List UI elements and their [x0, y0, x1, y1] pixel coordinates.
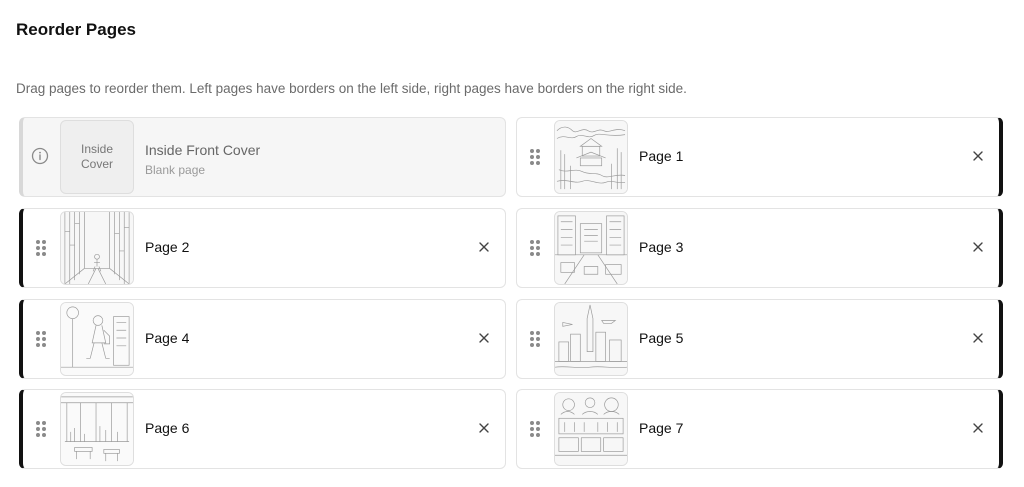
- page-card-6[interactable]: Page 6: [19, 389, 506, 469]
- inside-cover-thumbnail: Inside Cover: [60, 120, 134, 194]
- page-card-7[interactable]: Page 7: [516, 389, 1003, 469]
- close-icon[interactable]: [477, 421, 491, 435]
- page-card-4[interactable]: Page 4: [19, 299, 506, 379]
- close-icon[interactable]: [971, 240, 985, 254]
- page-card-1[interactable]: Page 1: [516, 117, 1003, 197]
- close-icon[interactable]: [971, 331, 985, 345]
- close-icon[interactable]: [477, 240, 491, 254]
- page-label: Page 6: [145, 420, 190, 436]
- drag-handle-icon[interactable]: [36, 331, 46, 347]
- page-4-thumbnail: [60, 302, 134, 376]
- page-card-5[interactable]: Page 5: [516, 299, 1003, 379]
- page-6-thumbnail: [60, 392, 134, 466]
- page-1-thumbnail: [554, 120, 628, 194]
- page-7-thumbnail: [554, 392, 628, 466]
- page-card-3[interactable]: Page 3: [516, 208, 1003, 288]
- cover-subtitle: Blank page: [145, 163, 206, 177]
- drag-handle-icon[interactable]: [36, 421, 46, 437]
- page-label: Page 3: [639, 239, 684, 255]
- page-2-thumbnail: [60, 211, 134, 285]
- page-3-thumbnail: [554, 211, 628, 285]
- office-illustration: [61, 393, 133, 465]
- page-title: Reorder Pages: [16, 20, 136, 39]
- page-5-thumbnail: [554, 302, 628, 376]
- girl-walking-illustration: [61, 303, 133, 375]
- temple-illustration: [555, 121, 627, 193]
- city-street-illustration: [555, 212, 627, 284]
- drag-handle-icon[interactable]: [530, 331, 540, 347]
- drag-handle-icon[interactable]: [36, 240, 46, 256]
- page-label: Page 2: [145, 239, 190, 255]
- drag-handle-icon[interactable]: [530, 149, 540, 165]
- market-illustration: [555, 393, 627, 465]
- thumb-label-line2: Cover: [80, 157, 113, 171]
- bamboo-illustration: [61, 212, 133, 284]
- page-label: Page 4: [145, 330, 190, 346]
- info-icon: [31, 147, 49, 165]
- page-card-2[interactable]: Page 2: [19, 208, 506, 288]
- close-icon[interactable]: [971, 421, 985, 435]
- skyline-illustration: [555, 303, 627, 375]
- cover-title: Inside Front Cover: [145, 142, 261, 158]
- inside-cover-card: Inside Cover Inside Front Cover Blank pa…: [19, 117, 506, 197]
- drag-handle-icon[interactable]: [530, 240, 540, 256]
- page-label: Page 5: [639, 330, 684, 346]
- drag-handle-icon[interactable]: [530, 421, 540, 437]
- instructions-text: Drag pages to reorder them. Left pages h…: [16, 81, 687, 96]
- thumb-label-line1: Inside: [80, 142, 114, 156]
- close-icon[interactable]: [477, 331, 491, 345]
- page-label: Page 1: [639, 148, 684, 164]
- close-icon[interactable]: [971, 149, 985, 163]
- page-label: Page 7: [639, 420, 684, 436]
